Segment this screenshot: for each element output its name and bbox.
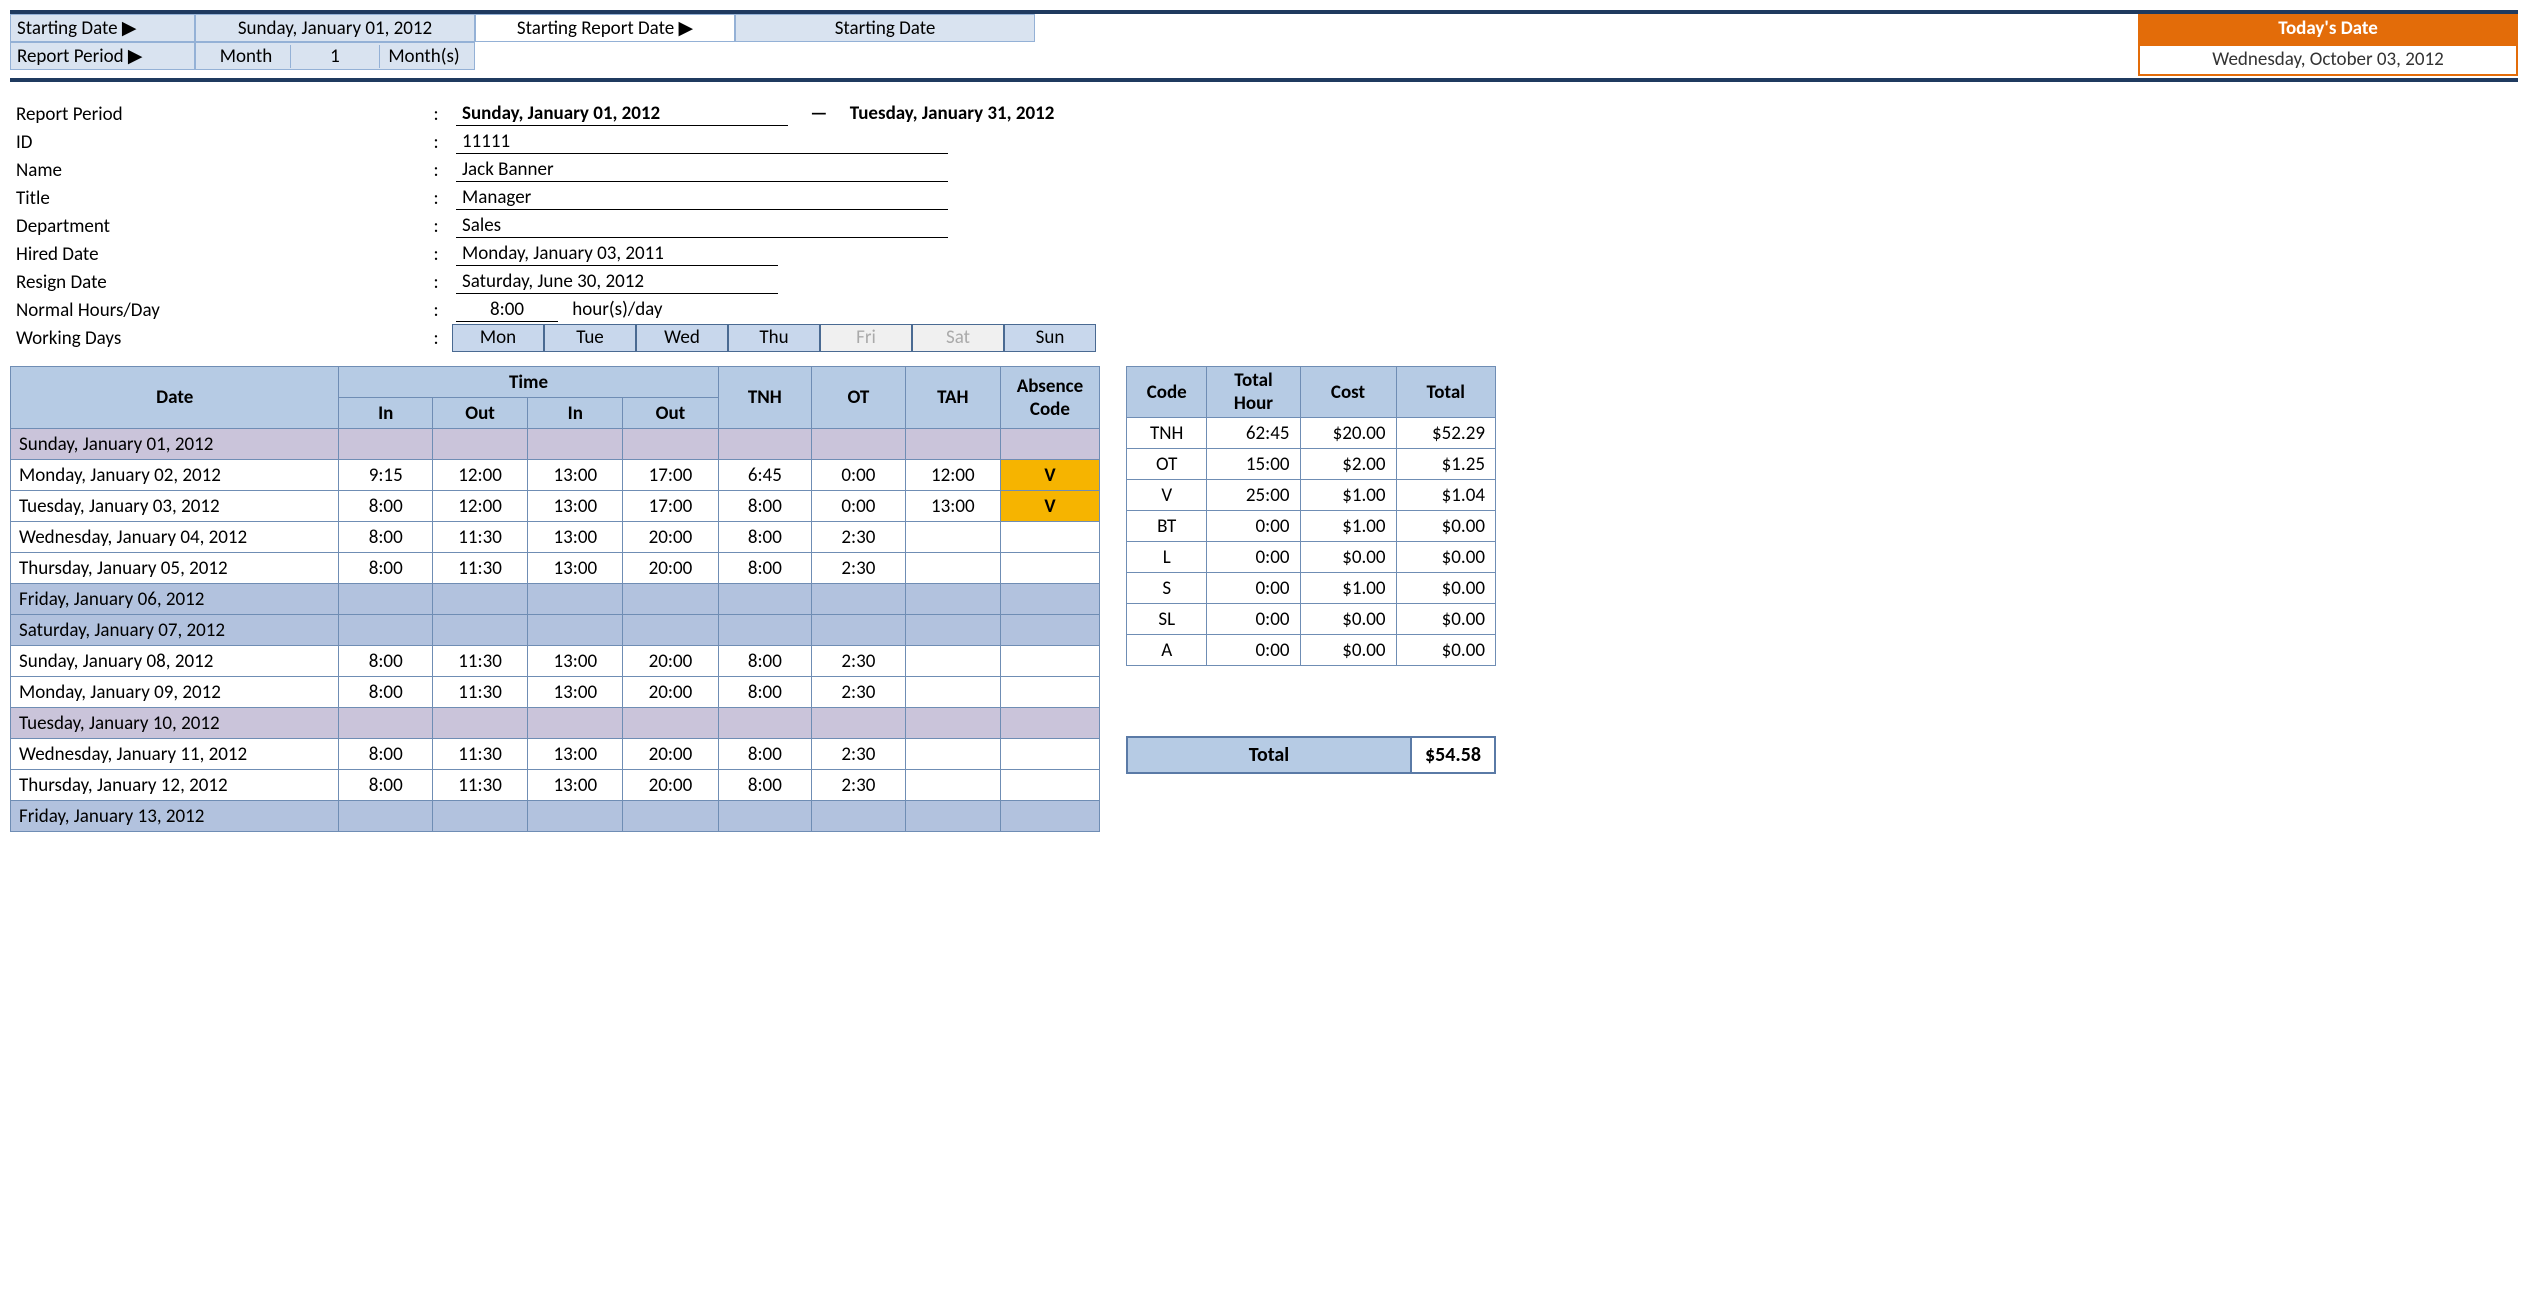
today-box: Today's Date Wednesday, October 03, 2012 [2138,14,2518,76]
report-period-unit: Month [202,45,290,68]
table-row: Thursday, January 12, 20128:0011:3013:00… [11,770,1100,801]
table-row: Thursday, January 05, 20128:0011:3013:00… [11,553,1100,584]
info-id-value: 11111 [456,130,948,154]
info-report-to: Tuesday, January 31, 2012 [850,102,1055,125]
th-out1: Out [433,398,528,429]
grand-total-label: Total [1127,737,1411,773]
today-value: Wednesday, October 03, 2012 [2138,44,2518,76]
report-period-value[interactable]: Month 1 Month(s) [195,42,475,70]
info-hired-label: Hired Date [16,243,416,266]
report-period-label: Report Period ▶ [10,42,195,70]
info-title-label: Title [16,187,416,210]
table-row: Monday, January 09, 20128:0011:3013:0020… [11,677,1100,708]
top-bar: Starting Date ▶ Sunday, January 01, 2012… [10,10,2518,82]
table-row: Saturday, January 07, 2012 [11,615,1100,646]
info-report-from: Sunday, January 01, 2012 [456,102,788,126]
table-row: Wednesday, January 04, 20128:0011:3013:0… [11,522,1100,553]
day-sun[interactable]: Sun [1004,324,1096,352]
day-mon[interactable]: Mon [452,324,544,352]
sth-cost: Cost [1300,367,1396,418]
info-dept-value: Sales [456,214,948,238]
today-label: Today's Date [2138,14,2518,44]
day-sat[interactable]: Sat [912,324,1004,352]
th-in1: In [339,398,433,429]
grand-total-box: Total $54.58 [1126,736,1496,774]
starting-date-label: Starting Date ▶ [10,14,195,42]
table-row: Friday, January 06, 2012 [11,584,1100,615]
day-thu[interactable]: Thu [728,324,820,352]
summary-row: SL0:00$0.00$0.00 [1127,604,1496,635]
info-name-value: Jack Banner [456,158,948,182]
employee-info: Report Period : Sunday, January 01, 2012… [16,100,2518,352]
day-fri[interactable]: Fri [820,324,912,352]
table-row: Sunday, January 01, 2012 [11,429,1100,460]
top-left-controls: Starting Date ▶ Sunday, January 01, 2012… [10,14,1035,76]
starting-report-date-value[interactable]: Starting Date [735,14,1035,42]
info-report-period-label: Report Period [16,103,416,126]
info-normal-suffix: hour(s)/day [562,298,662,321]
info-dept-label: Department [16,215,416,238]
summary-row: TNH62:45$20.00$52.29 [1127,418,1496,449]
info-name-label: Name [16,159,416,182]
info-normal-label: Normal Hours/Day [16,299,416,322]
th-in2: In [528,398,623,429]
summary-row: S0:00$1.00$0.00 [1127,573,1496,604]
table-row: Sunday, January 08, 20128:0011:3013:0020… [11,646,1100,677]
table-row: Wednesday, January 11, 20128:0011:3013:0… [11,739,1100,770]
summary-row: L0:00$0.00$0.00 [1127,542,1496,573]
day-tue[interactable]: Tue [544,324,636,352]
th-out2: Out [623,398,718,429]
info-resign-label: Resign Date [16,271,416,294]
report-period-suffix: Month(s) [379,45,468,68]
th-tah: TAH [905,367,1000,429]
table-row: Tuesday, January 10, 2012 [11,708,1100,739]
info-normal-value: 8:00 [456,298,558,322]
attendance-table: Date Time TNH OT TAH Absence Code In Out… [10,366,1100,832]
info-working-days-label: Working Days [16,327,416,350]
th-tnh: TNH [718,367,812,429]
summary-row: BT0:00$1.00$0.00 [1127,511,1496,542]
summary-row: A0:00$0.00$0.00 [1127,635,1496,666]
sth-total: Total [1396,367,1495,418]
th-time-group: Time [339,367,718,398]
sth-hour: Total Hour [1207,367,1300,418]
starting-date-value[interactable]: Sunday, January 01, 2012 [195,14,475,42]
table-row: Monday, January 02, 20129:1512:0013:0017… [11,460,1100,491]
info-report-sep: — [792,102,845,125]
starting-report-date-label: Starting Report Date ▶ [475,14,735,42]
info-id-label: ID [16,131,416,154]
working-days: MonTueWedThuFriSatSun [452,324,1096,352]
summary-table: Code Total Hour Cost Total TNH62:45$20.0… [1126,366,1496,666]
grand-total-value: $54.58 [1411,737,1495,773]
summary-row: V25:00$1.00$1.04 [1127,480,1496,511]
table-row: Friday, January 13, 2012 [11,801,1100,832]
summary-row: OT15:00$2.00$1.25 [1127,449,1496,480]
info-title-value: Manager [456,186,948,210]
th-ot: OT [812,367,906,429]
table-row: Tuesday, January 03, 20128:0012:0013:001… [11,491,1100,522]
th-date: Date [11,367,339,429]
report-period-number: 1 [290,45,379,68]
info-resign-value: Saturday, June 30, 2012 [456,270,778,294]
day-wed[interactable]: Wed [636,324,728,352]
th-absence: Absence Code [1000,367,1099,429]
sth-code: Code [1127,367,1207,418]
info-hired-value: Monday, January 03, 2011 [456,242,778,266]
